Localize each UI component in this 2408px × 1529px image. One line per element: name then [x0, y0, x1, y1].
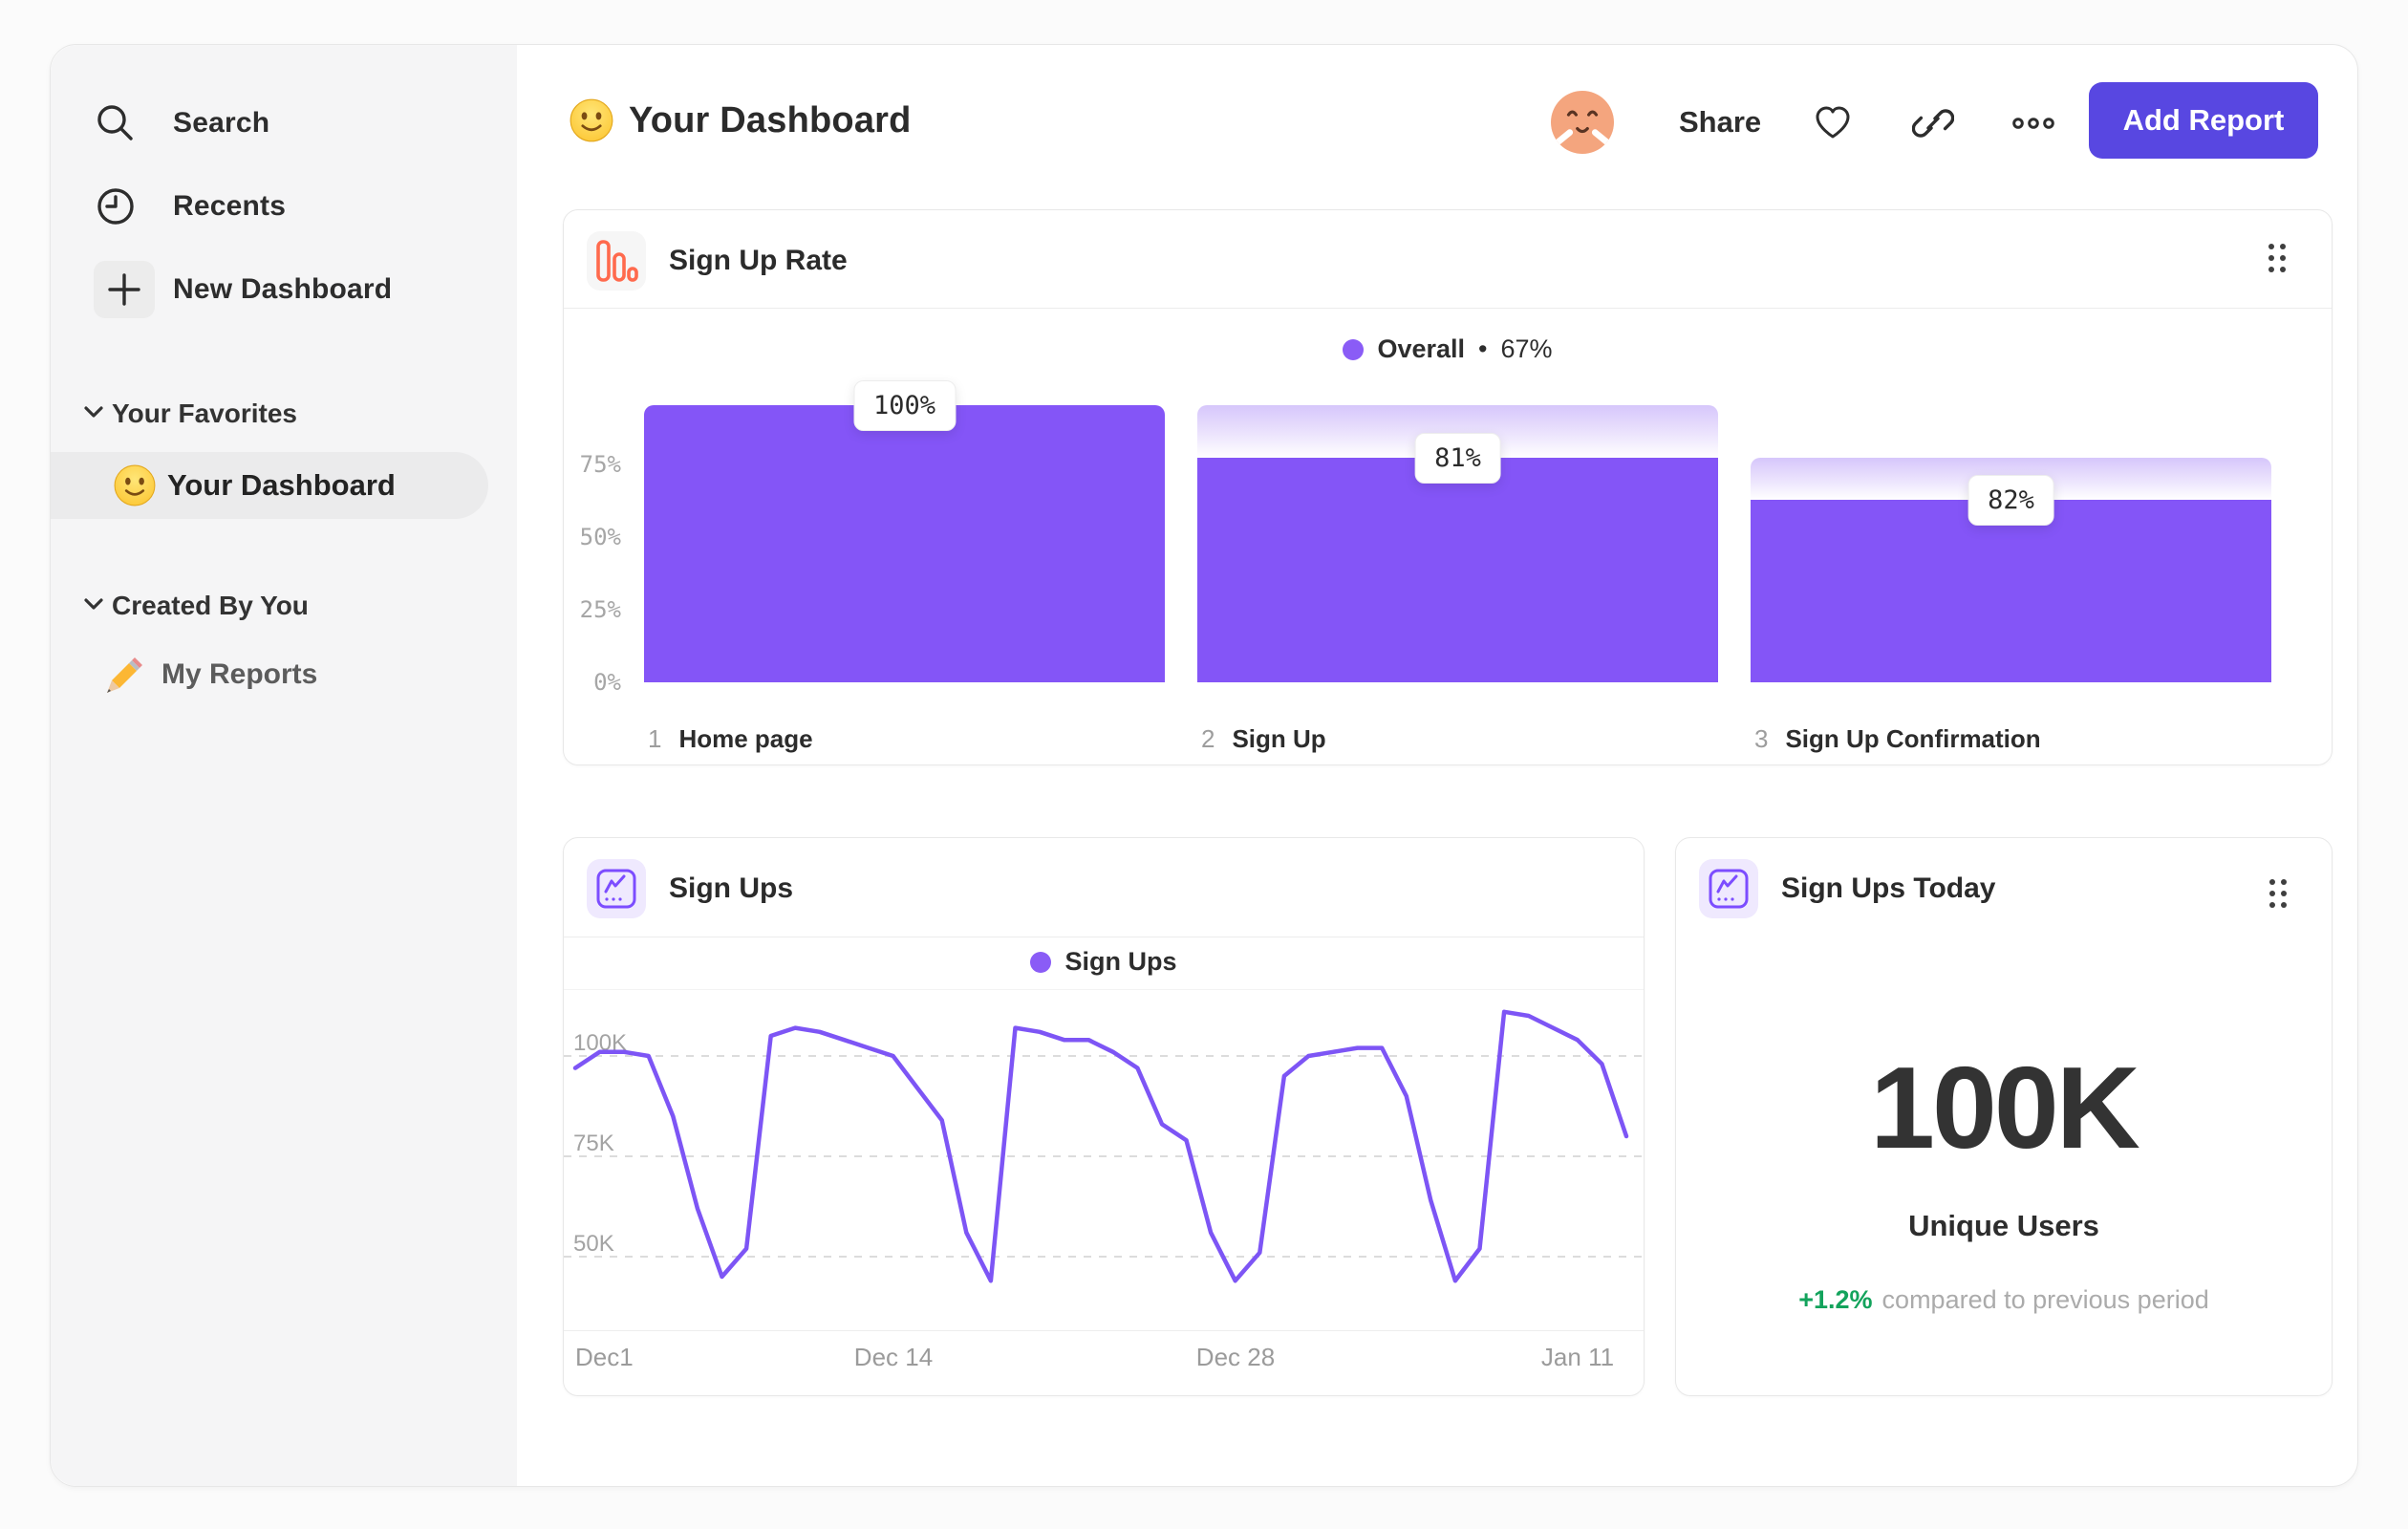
- sidebar-item-search[interactable]: Search: [51, 93, 517, 154]
- line-chart-icon: [1699, 859, 1758, 918]
- drag-handle-icon[interactable]: [2261, 872, 2295, 915]
- sidebar-section-your-favorites[interactable]: Your Favorites: [51, 393, 517, 435]
- sidebar-item-your-dashboard[interactable]: Your Dashboard: [51, 452, 488, 519]
- line-legend[interactable]: Sign Ups: [564, 947, 1644, 977]
- clock-icon: [93, 183, 139, 229]
- sidebar-item-label: Recents: [173, 190, 287, 222]
- funnel-category: 3 Sign Up Confirmation: [1754, 724, 2041, 754]
- step-number: 1: [648, 724, 662, 753]
- sign-up-rate-card: Sign Up Rate Overall • 67% 75% 50% 25% 0…: [563, 209, 2333, 765]
- sidebar-section-label: Created By You: [112, 591, 309, 620]
- x-axis-tick: Dec1: [575, 1343, 634, 1371]
- funnel-bar-fill: [644, 405, 1165, 682]
- add-report-button[interactable]: Add Report: [2089, 82, 2318, 159]
- divider: [564, 308, 2332, 309]
- sidebar: Search Recents New Dashboard Your Favori…: [51, 45, 517, 1486]
- funnel-bar-value: 100%: [852, 380, 957, 431]
- page-title-text: Your Dashboard: [629, 99, 912, 140]
- pencil-emoji-icon: [106, 656, 144, 694]
- x-axis-line: [564, 1330, 1644, 1331]
- drag-handle-icon[interactable]: [2260, 237, 2294, 279]
- page-title: Your Dashboard: [570, 97, 912, 144]
- funnel-chart-icon: [587, 231, 646, 291]
- legend-label: Overall: [1377, 334, 1466, 363]
- funnel-bar-value: 81%: [1414, 433, 1501, 484]
- share-label: Share: [1679, 105, 1762, 139]
- sidebar-item-label: New Dashboard: [173, 273, 393, 305]
- x-axis-tick: Dec 28: [1195, 1343, 1276, 1371]
- step-number: 2: [1201, 724, 1215, 753]
- delta-value: +1.2%: [1798, 1285, 1873, 1314]
- plus-icon: [94, 261, 155, 318]
- step-name: Home page: [678, 724, 813, 753]
- card-title: Sign Ups: [669, 872, 794, 904]
- app-window: Search Recents New Dashboard Your Favori…: [50, 44, 2358, 1487]
- funnel-category: 1 Home page: [648, 724, 813, 754]
- sidebar-item-my-reports[interactable]: My Reports: [51, 646, 517, 703]
- funnel-bar-value: 82%: [1967, 475, 2054, 526]
- chevron-down-icon: [83, 405, 104, 423]
- link-icon: [1912, 109, 1954, 138]
- line-chart-plot[interactable]: [564, 989, 1645, 1330]
- legend-dot-icon: [1030, 951, 1052, 973]
- chevron-down-icon: [83, 597, 104, 615]
- metric-delta: +1.2% compared to previous period: [1676, 1285, 2332, 1315]
- funnel-category: 2 Sign Up: [1201, 724, 1326, 754]
- funnel-bar-home-page[interactable]: 100%: [644, 380, 1165, 682]
- sidebar-item-recents[interactable]: Recents: [51, 176, 517, 237]
- sidebar-item-new-dashboard[interactable]: New Dashboard: [51, 259, 517, 320]
- funnel-legend[interactable]: Overall • 67%: [564, 334, 2332, 364]
- line-chart-icon: [587, 859, 646, 918]
- step-number: 3: [1754, 724, 1769, 753]
- step-name: Sign Up: [1232, 724, 1326, 753]
- smiley-emoji-icon: [570, 98, 613, 142]
- sidebar-item-label: Your Dashboard: [167, 468, 396, 502]
- metric-value: 100K: [1870, 1043, 2140, 1173]
- metric-label: Unique Users: [1908, 1209, 2099, 1242]
- step-name: Sign Up Confirmation: [1785, 724, 2041, 753]
- legend-label: Sign Ups: [1064, 947, 1177, 976]
- sidebar-item-label: Search: [173, 107, 270, 139]
- sign-ups-series-line: [572, 1009, 1629, 1283]
- x-axis-tick: Jan 11: [1540, 1343, 1615, 1371]
- favorite-heart-button[interactable]: [1804, 95, 1861, 152]
- legend-value: 67%: [1500, 334, 1553, 363]
- legend-separator: •: [1478, 334, 1488, 363]
- dashboard-page: { "colors": { "accent": "#5847e1", "char…: [0, 0, 2408, 1529]
- avatar[interactable]: [1551, 91, 1614, 154]
- x-axis-tick: Dec 14: [853, 1343, 934, 1371]
- search-icon: [93, 100, 139, 146]
- funnel-bar-sign-up-confirmation[interactable]: 82%: [1751, 405, 2271, 682]
- card-title: Sign Up Rate: [669, 245, 848, 276]
- share-button[interactable]: Share: [1667, 95, 1773, 150]
- card-title: Sign Ups Today: [1781, 872, 1996, 904]
- delta-description: compared to previous period: [1881, 1285, 2209, 1314]
- smiley-emoji-icon: [114, 464, 156, 506]
- funnel-bar-sign-up[interactable]: 81%: [1197, 405, 1718, 682]
- ellipsis-icon: [2012, 118, 2054, 129]
- funnel-bar-fill: [1197, 458, 1718, 682]
- more-options-button[interactable]: [2005, 95, 2062, 152]
- sidebar-section-created-by-you[interactable]: Created By You: [51, 585, 517, 627]
- sign-ups-card: Sign Ups Sign Ups 100K 75K 50K Dec1 Dec …: [563, 837, 1645, 1396]
- sidebar-item-label: My Reports: [161, 658, 318, 690]
- legend-dot-icon: [1343, 338, 1365, 360]
- heart-icon: [1816, 106, 1850, 139]
- sign-ups-today-card: Sign Ups Today 100K Unique Users +1.2% co…: [1675, 837, 2333, 1396]
- funnel-bar-fill: [1751, 500, 2271, 682]
- copy-link-button[interactable]: [1904, 95, 1962, 152]
- funnel-plot: 100% 81% 82%: [564, 380, 2332, 682]
- sidebar-section-label: Your Favorites: [112, 398, 297, 428]
